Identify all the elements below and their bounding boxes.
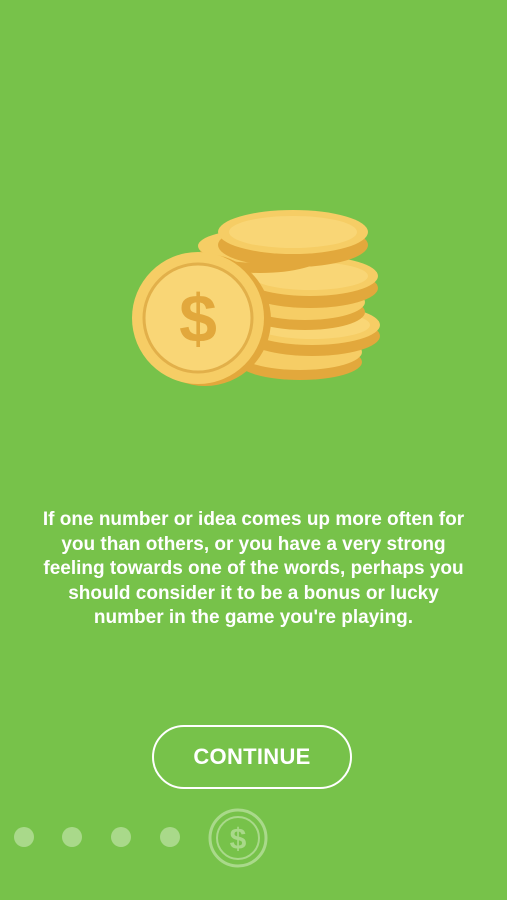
gold-coin-stack-icon: $: [132, 210, 380, 386]
page-dot-1[interactable]: [14, 827, 34, 847]
page-current-dollar: $: [230, 823, 247, 856]
coin-dollar-sign: $: [179, 281, 217, 357]
onboarding-message: If one number or idea comes up more ofte…: [42, 509, 465, 628]
dollar-coin-icon[interactable]: $: [207, 807, 269, 869]
page-dot-4[interactable]: [160, 827, 180, 847]
coin-layer-1: [218, 210, 368, 267]
page-dot-3[interactable]: [111, 827, 131, 847]
page-dot-2[interactable]: [62, 827, 82, 847]
page-indicator: $: [0, 800, 507, 872]
front-dollar-coin: $: [132, 252, 271, 386]
continue-button[interactable]: CONTINUE: [152, 725, 352, 789]
